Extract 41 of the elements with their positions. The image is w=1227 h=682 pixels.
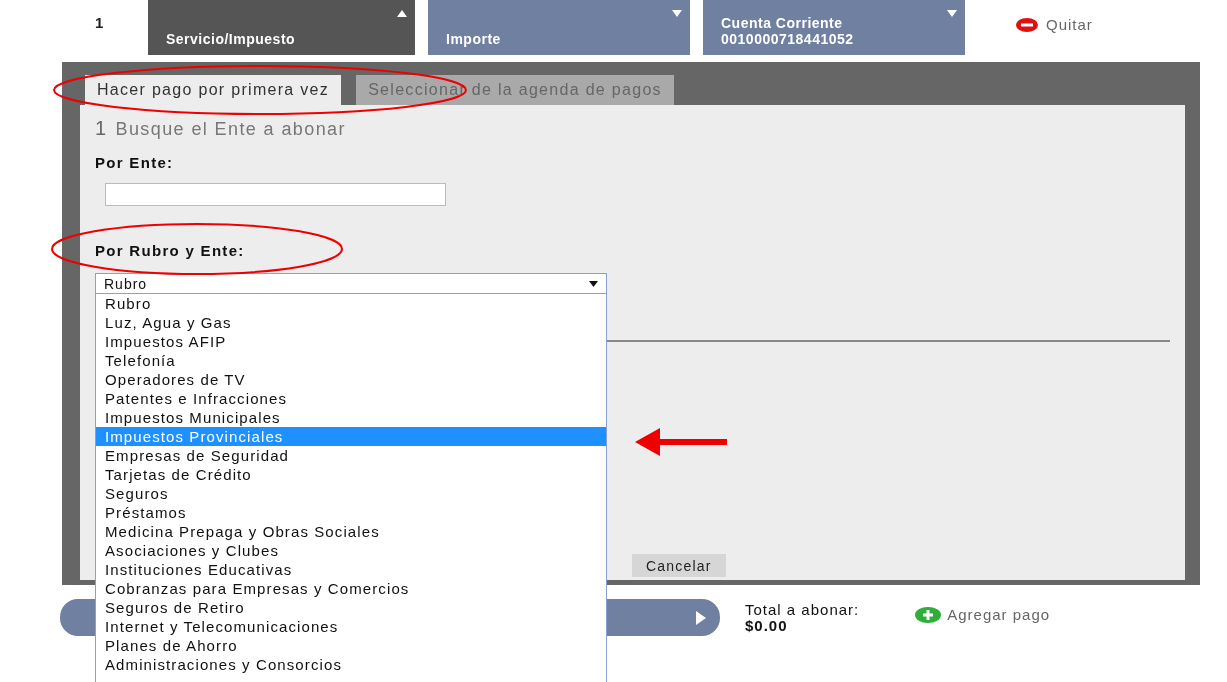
- input-field[interactable]: [105, 183, 446, 206]
- dropdown-option[interactable]: Medicina Prepaga y Obras Sociales: [96, 522, 606, 541]
- field-dropdown[interactable]: Cuenta Corriente 0010000718441052: [703, 0, 965, 55]
- dropdown-option[interactable]: Préstamos: [96, 503, 606, 522]
- dropdown-option[interactable]: Tarjetas de Crédito: [96, 465, 606, 484]
- caret-down-icon: [672, 10, 682, 17]
- caret-down-icon: [589, 280, 598, 287]
- select-field[interactable]: Rubro: [95, 273, 607, 294]
- dropdown-option[interactable]: Empresas de Seguridad: [96, 446, 606, 465]
- dropdown-option[interactable]: Impuestos AFIP: [96, 332, 606, 351]
- field-dropdown[interactable]: Servicio/Impuesto: [148, 0, 415, 55]
- caret-down-icon: [947, 10, 957, 17]
- dropdown-option[interactable]: Telefonía: [96, 351, 606, 370]
- dropdown-option[interactable]: Internet y Telecomunicaciones: [96, 617, 606, 636]
- field-label: Por Rubro y Ente:: [95, 242, 246, 259]
- dropdown-option[interactable]: Administraciones y Consorcios: [96, 655, 606, 674]
- step-heading: 1 Busque el Ente a abonar: [95, 117, 347, 140]
- total-label: Total a abonar:: [745, 601, 860, 618]
- total-amount: $0.00: [745, 617, 789, 634]
- cancel-button[interactable]: Cancelar: [632, 554, 726, 577]
- field-dropdown[interactable]: Importe: [428, 0, 690, 55]
- tab[interactable]: Hacer pago por primera vez: [85, 75, 342, 105]
- dropdown-option[interactable]: Instituciones Educativas: [96, 560, 606, 579]
- row-number: 1: [95, 13, 105, 33]
- dropdown-option[interactable]: Impuestos Municipales: [96, 408, 606, 427]
- dropdown-option[interactable]: Cobranzas para Empresas y Comercios: [96, 579, 606, 598]
- dropdown-option[interactable]: Asociaciones y Clubes: [96, 541, 606, 560]
- dropdown-option[interactable]: Patentes e Infracciones: [96, 389, 606, 408]
- add-payment-button[interactable]: Agregar pago: [909, 605, 1057, 624]
- dropdown-option[interactable]: Planes de Ahorro: [96, 636, 606, 655]
- field-label: Por Ente:: [95, 154, 175, 171]
- dropdown-option[interactable]: Seguros: [96, 484, 606, 503]
- dropdown-option[interactable]: Seguros de Retiro: [96, 598, 606, 617]
- play-icon: [696, 610, 706, 625]
- minus-circle-icon: [1016, 17, 1038, 32]
- remove-button[interactable]: Quitar: [1010, 16, 1099, 34]
- dropdown-option[interactable]: Luz, Agua y Gas: [96, 313, 606, 332]
- sort-up-icon: [397, 10, 407, 17]
- dropdown-option[interactable]: Rubro: [96, 294, 606, 313]
- plus-circle-icon: [915, 606, 942, 623]
- dropdown-option[interactable]: Operadores de TV: [96, 370, 606, 389]
